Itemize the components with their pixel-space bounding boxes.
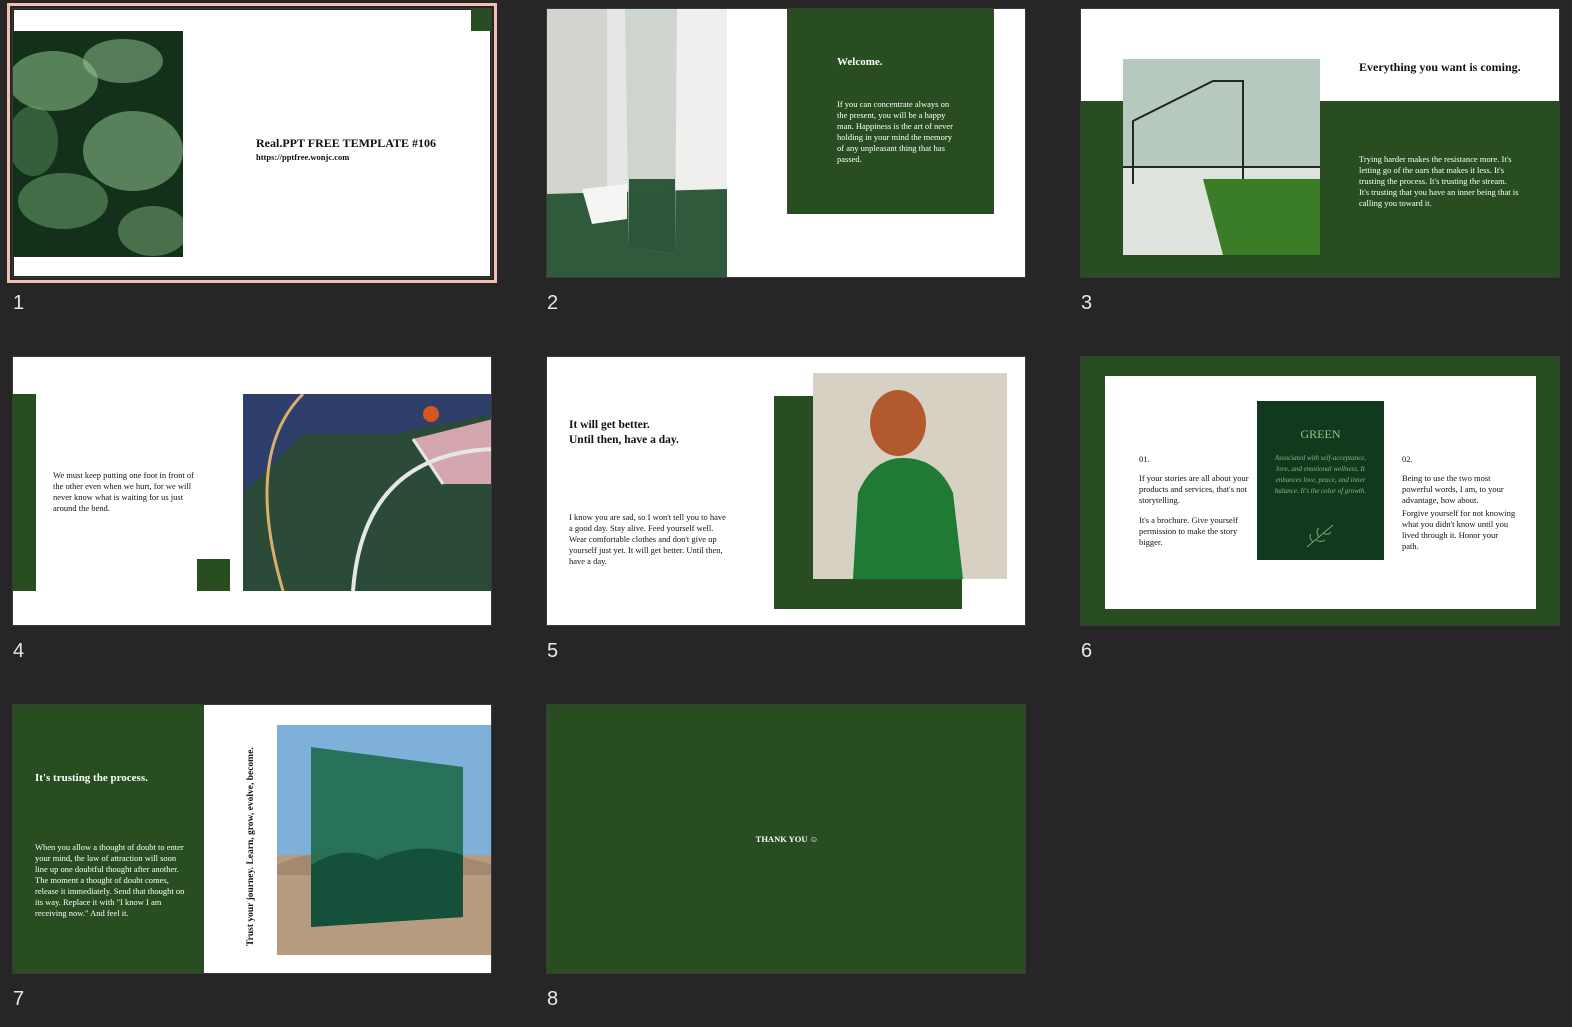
slide-number-6: 6: [1081, 640, 1093, 662]
right-index: 02.: [1402, 454, 1413, 464]
slide-number-5: 5: [547, 640, 559, 662]
slide-thumbnail-5[interactable]: It will get better. Until then, have a d…: [546, 356, 1026, 626]
slide-title: Real.PPT FREE TEMPLATE #106: [256, 136, 437, 150]
slide-number-3: 3: [1081, 292, 1093, 314]
left-green-panel: It's trusting the process. When you allo…: [13, 705, 204, 973]
slide-heading: Everything you want is coming.: [1359, 60, 1521, 74]
panel-body: If you can concentrate always on the pre…: [837, 99, 953, 164]
slide-heading-line2: Until then, have a day.: [569, 434, 679, 446]
leaf-shadow-image: [13, 31, 183, 257]
slide-thumbnail-7[interactable]: It's trusting the process. When you allo…: [12, 704, 492, 974]
slide-body: Trying harder makes the resistance more.…: [1359, 154, 1519, 208]
slide-thumbnail-1[interactable]: Real.PPT FREE TEMPLATE #106 https://pptf…: [7, 3, 497, 283]
small-accent-square: [197, 559, 230, 591]
woman-green-coat-image: [813, 373, 1007, 579]
left-paragraph-2: It's a brochure. Give yourself permissio…: [1139, 515, 1239, 547]
left-paragraph-1: If your stories are all about your produ…: [1139, 473, 1249, 505]
vertical-tagline: Trust your journey. Learn, grow, evolve,…: [246, 747, 256, 946]
slide-body: When you allow a thought of doubt to ent…: [35, 842, 185, 918]
green-card: GREEN Associated with self-acceptance, l…: [1257, 401, 1384, 560]
slide-body: We must keep putting one foot in front o…: [53, 470, 194, 513]
slide-number-8: 8: [547, 988, 559, 1010]
welcome-panel: Welcome. If you can concentrate always o…: [787, 9, 994, 214]
room-column-image: [547, 9, 727, 277]
slide-url: https://pptfree.wonjc.com: [256, 152, 350, 162]
desert-mirror-image: [277, 725, 491, 955]
slide-thumbnail-4[interactable]: We must keep putting one foot in front o…: [12, 356, 492, 626]
slide-number-1: 1: [13, 292, 25, 314]
wall-lawn-image: [1123, 59, 1320, 255]
slide-number-4: 4: [13, 640, 25, 662]
slide-heading-line1: It will get better.: [569, 419, 650, 431]
card-title: GREEN: [1300, 427, 1341, 441]
slide-thumbnail-3[interactable]: Everything you want is coming. Trying ha…: [1080, 8, 1560, 278]
slide-number-7: 7: [13, 988, 25, 1010]
slide-number-2: 2: [547, 292, 559, 314]
basketball-court-image: [243, 394, 491, 591]
left-index: 01.: [1139, 454, 1150, 464]
corner-square: [471, 9, 491, 31]
slide-thumbnail-8[interactable]: THANK YOU ☺: [546, 704, 1026, 974]
thank-you-text: THANK YOU ☺: [755, 834, 819, 844]
inner-white-card: 01. If your stories are all about your p…: [1105, 376, 1536, 609]
card-body: Associated with self-acceptance, love, a…: [1274, 454, 1367, 495]
right-paragraph-1: Being to use the two most powerful words…: [1402, 473, 1504, 505]
slide-heading: It's trusting the process.: [35, 772, 148, 784]
slide-thumbnail-2[interactable]: Welcome. If you can concentrate always o…: [546, 8, 1026, 278]
left-accent-bar: [13, 394, 36, 591]
panel-heading: Welcome.: [837, 56, 883, 68]
leaf-sprig-icon: [1305, 523, 1335, 549]
slide-thumbnail-6[interactable]: 01. If your stories are all about your p…: [1080, 356, 1560, 626]
slide-body: I know you are sad, so I won't tell you …: [569, 512, 726, 566]
right-paragraph-2: Forgive yourself for not knowing what yo…: [1402, 508, 1516, 551]
